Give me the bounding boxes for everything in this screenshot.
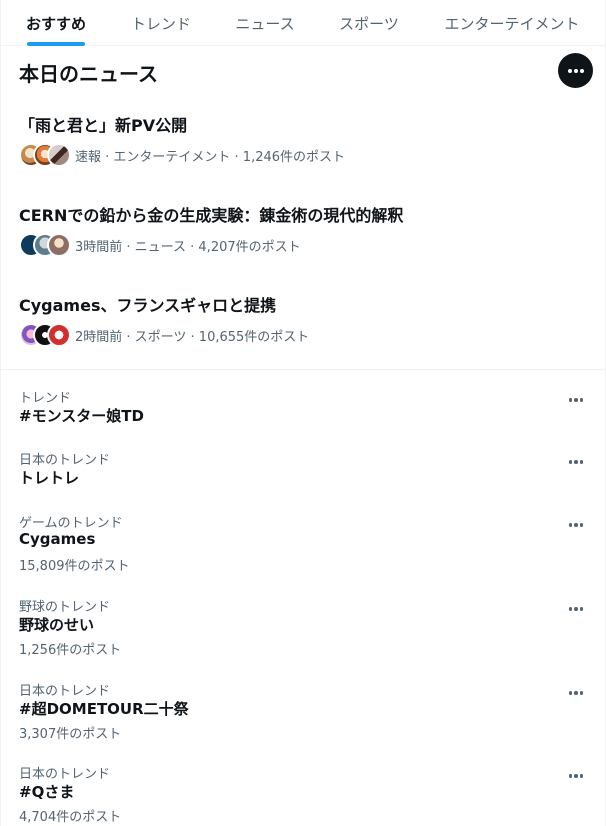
trend-item[interactable]: 日本のトレンド #超DOMETOUR二十祭 3,307件のポスト <box>1 680 606 750</box>
news-meta-row: 速報 · エンターテイメント · 1,246件のポスト <box>19 143 589 167</box>
trend-item[interactable]: 野球のトレンド 野球のせい 1,256件のポスト <box>1 596 606 666</box>
more-horizontal-icon <box>567 68 584 73</box>
tab-label: ニュース <box>235 14 295 33</box>
trend-category: トレンド <box>19 391 72 406</box>
trend-name: 野球のせい <box>19 616 95 634</box>
more-horizontal-icon <box>568 691 584 695</box>
trend-more-button[interactable] <box>563 515 589 535</box>
news-meta-row: 3時間前 · ニュース · 4,207件のポスト <box>19 233 589 257</box>
tab-entertainment[interactable]: エンターテイメント <box>437 0 587 46</box>
trend-more-button[interactable] <box>563 390 589 410</box>
trend-item[interactable]: トレンド #モンスター娘TD <box>1 387 606 437</box>
trend-category: 野球のトレンド <box>19 600 111 615</box>
avatar <box>47 233 71 257</box>
news-title: Cygames、フランスギャロと提携 <box>19 296 277 315</box>
tab-label: おすすめ <box>25 14 86 33</box>
news-item[interactable]: 「雨と君と」新PV公開 速報 · エンターテイメント · 1,246件のポスト <box>19 116 589 167</box>
trend-name: Cygames <box>19 530 96 548</box>
tab-label: エンターテイメント <box>444 14 580 33</box>
news-title: 「雨と君と」新PV公開 <box>19 116 188 135</box>
trend-name: #超DOMETOUR二十祭 <box>19 700 189 718</box>
more-horizontal-icon <box>568 523 584 527</box>
trend-item[interactable]: ゲームのトレンド Cygames 15,809件のポスト <box>1 512 606 582</box>
trend-name: #モンスター娘TD <box>19 407 144 425</box>
trend-category: ゲームのトレンド <box>19 516 123 531</box>
active-tab-indicator <box>27 42 85 46</box>
tab-label: トレンド <box>130 14 191 33</box>
tab-label: スポーツ <box>339 14 399 33</box>
tab-sports[interactable]: スポーツ <box>331 0 407 46</box>
news-meta: 速報 · エンターテイメント · 1,246件のポスト <box>75 149 346 165</box>
avatar-group <box>19 143 75 167</box>
more-horizontal-icon <box>568 774 584 778</box>
trend-name: トレトレ <box>19 469 80 487</box>
news-item[interactable]: Cygames、フランスギャロと提携 2時間前 · スポーツ · 10,655件… <box>19 296 589 347</box>
news-meta: 3時間前 · ニュース · 4,207件のポスト <box>75 239 301 255</box>
trend-more-button[interactable] <box>563 452 589 472</box>
news-item[interactable]: CERNでの鉛から金の生成実験：錬金術の現代的解釈 3時間前 · ニュース · … <box>19 206 589 257</box>
explore-tabs: おすすめ トレンド ニュース スポーツ エンターテイメント <box>1 0 606 46</box>
news-meta-row: 2時間前 · スポーツ · 10,655件のポスト <box>19 323 589 347</box>
trend-name: #Qさま <box>19 783 75 801</box>
avatar-group <box>19 233 75 257</box>
trend-category: 日本のトレンド <box>19 453 111 468</box>
tab-trending[interactable]: トレンド <box>123 0 199 46</box>
explore-panel: おすすめ トレンド ニュース スポーツ エンターテイメント 本日のニュース 「雨… <box>0 0 606 826</box>
trend-post-count: 3,307件のポスト <box>19 727 122 742</box>
avatar-group <box>19 323 75 347</box>
trend-post-count: 1,256件のポスト <box>19 643 122 658</box>
trend-item[interactable]: 日本のトレンド トレトレ <box>1 449 606 499</box>
trend-more-button[interactable] <box>563 683 589 703</box>
news-more-button[interactable] <box>558 53 593 88</box>
avatar <box>47 143 71 167</box>
trend-category: 日本のトレンド <box>19 767 111 782</box>
news-section-title: 本日のニュース <box>19 62 158 86</box>
tab-recommended[interactable]: おすすめ <box>19 0 93 46</box>
news-meta: 2時間前 · スポーツ · 10,655件のポスト <box>75 329 310 345</box>
section-divider <box>1 369 606 370</box>
trend-post-count: 4,704件のポスト <box>19 810 122 825</box>
avatar <box>47 323 71 347</box>
trend-category: 日本のトレンド <box>19 684 111 699</box>
trend-post-count: 15,809件のポスト <box>19 559 130 574</box>
news-title: CERNでの鉛から金の生成実験：錬金術の現代的解釈 <box>19 206 404 225</box>
tab-news[interactable]: ニュース <box>227 0 303 46</box>
more-horizontal-icon <box>568 607 584 611</box>
more-horizontal-icon <box>568 460 584 464</box>
trend-more-button[interactable] <box>563 766 589 786</box>
more-horizontal-icon <box>568 398 584 402</box>
trend-item[interactable]: 日本のトレンド #Qさま 4,704件のポスト <box>1 763 606 826</box>
trend-more-button[interactable] <box>563 599 589 619</box>
